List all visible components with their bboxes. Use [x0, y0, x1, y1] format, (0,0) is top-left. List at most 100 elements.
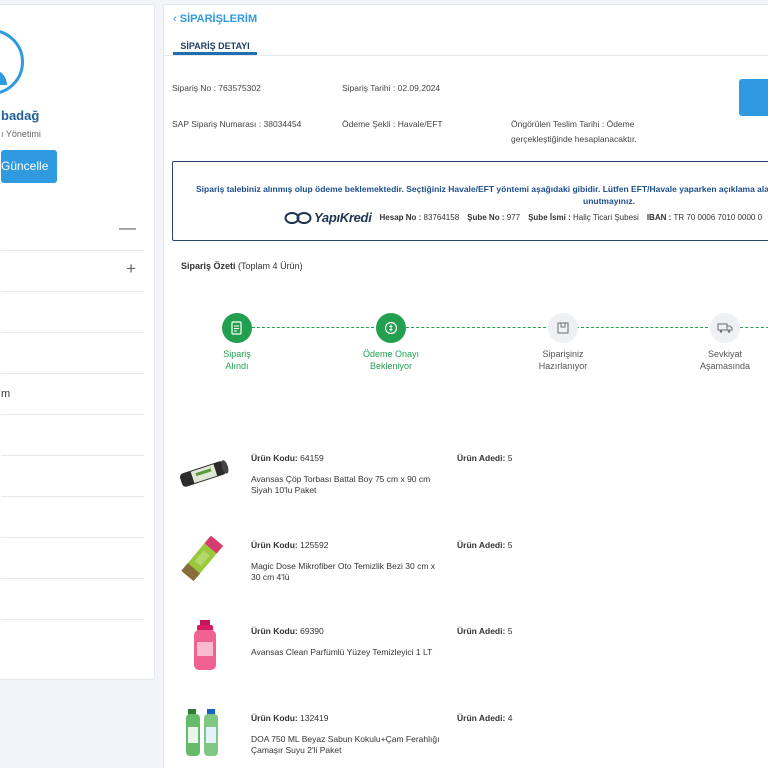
product-row: Ürün Kodu: 132419 DOA 750 ML Beyaz Sabun…	[164, 705, 768, 768]
step-label-line: Alındı	[225, 361, 249, 371]
product-qty-value: 5	[507, 540, 513, 550]
tab-order-detail[interactable]: SİPARİŞ DETAYI	[173, 37, 257, 55]
account-sidebar: badağ ı Yönetimi Güncelle — + m	[0, 4, 155, 680]
product-row: Ürün Kodu: 69390 Avansas Clean Parfümlü …	[164, 618, 768, 698]
product-code-label: Ürün Kodu:	[251, 713, 298, 723]
progress-connector	[576, 327, 708, 328]
step-received-label: Sipariş Alındı	[197, 348, 277, 372]
update-profile-button[interactable]: Güncelle	[1, 150, 57, 183]
progress-connector	[740, 327, 768, 328]
product-qty-value: 5	[507, 626, 513, 636]
yapikredi-logo-icon	[284, 211, 312, 224]
account-label: Hesap No :	[379, 213, 422, 222]
product-image	[176, 705, 231, 760]
user-name: badağ	[1, 108, 40, 123]
chevron-left-icon: ‹	[173, 13, 177, 25]
product-code-value: 69390	[300, 626, 324, 636]
step-label-line: Siparişiniz	[542, 349, 584, 359]
product-quantity: Ürün Adedi: 5	[457, 540, 512, 550]
product-name: Magic Dose Mikrofiber Oto Temizlik Bezi …	[251, 561, 436, 582]
step-received-circle	[222, 313, 252, 343]
step-label-line: Ödeme Onayı	[362, 349, 420, 359]
product-qty-label: Ürün Adedi:	[457, 713, 506, 723]
branch-name-label: Şube İsmi :	[528, 213, 571, 222]
delivery-date-line2: gerçekleştiğinde hesaplanacaktır.	[511, 134, 637, 144]
avatar-ring	[0, 29, 24, 95]
product-quantity: Ürün Adedi: 5	[457, 626, 512, 636]
product-quantity: Ürün Adedi: 5	[457, 453, 512, 463]
product-name: Avansas Çöp Torbası Battal Boy 75 cm x 9…	[251, 474, 431, 495]
sidebar-menu-item[interactable]: +	[1, 251, 144, 292]
sidebar-menu-item[interactable]: m	[1, 374, 144, 415]
payment-notice: Sipariş talebiniz alınmış olup ödeme bek…	[172, 161, 768, 241]
product-qty-value: 5	[507, 453, 513, 463]
product-image	[176, 447, 231, 502]
microfiber-cloth-icon	[181, 535, 224, 582]
step-preparing-label: Siparişiniz Hazırlanıyor	[523, 348, 603, 372]
sidebar-menu-item[interactable]	[1, 456, 144, 497]
product-qty-label: Ürün Adedi:	[457, 453, 506, 463]
sidebar-menu-item[interactable]	[1, 415, 144, 456]
step-payment-label: Ödeme Onayı Bekleniyor	[351, 348, 431, 372]
product-code: Ürün Kodu: 125592	[251, 540, 329, 550]
summary-count: (Toplam 4 Ürün)	[238, 261, 303, 271]
product-code-label: Ürün Kodu:	[251, 626, 298, 636]
progress-connector	[252, 327, 374, 328]
branch-no-value: 977	[506, 213, 521, 222]
product-code-label: Ürün Kodu:	[251, 453, 298, 463]
branch-no-label: Şube No :	[467, 213, 505, 222]
bank-name: YapıKredi	[314, 210, 372, 225]
payment-icon	[384, 321, 398, 335]
sidebar-menu-item[interactable]: —	[1, 210, 144, 251]
branch-name-value: Haliç Ticari Şubesi	[573, 213, 639, 222]
product-code-value: 125592	[300, 540, 329, 550]
back-link-label: SİPARİŞLERİM	[179, 13, 258, 25]
bank-logo: YapıKredi	[284, 210, 372, 225]
tab-divider	[164, 55, 768, 56]
action-button[interactable]	[739, 79, 768, 116]
menu-item-label: m	[1, 388, 11, 400]
document-icon	[231, 321, 242, 335]
product-name: Avansas Clean Parfümlü Yüzey Temizleyici…	[251, 647, 433, 657]
notice-text-continued: unutmayınız.	[583, 196, 635, 206]
product-qty-label: Ürün Adedi:	[457, 540, 506, 550]
delivery-date-line1: Öngörülen Teslim Tarihi : Ödeme	[511, 119, 635, 129]
product-image	[176, 532, 231, 587]
step-preparing-circle	[548, 313, 578, 343]
product-row: Ürün Kodu: 125592 Magic Dose Mikrofiber …	[164, 532, 768, 612]
sidebar-menu-item[interactable]	[1, 579, 144, 620]
sidebar-menu-item[interactable]	[1, 333, 144, 374]
step-label-line: Bekleniyor	[369, 361, 413, 371]
step-label-line: Sevkiyat	[707, 349, 742, 359]
cleaner-bottle-icon	[194, 620, 216, 670]
bleach-bottles-icon	[186, 709, 218, 756]
bank-details: YapıKredi Hesap No : 83764158 Şube No : …	[284, 210, 762, 225]
collapse-icon[interactable]: —	[119, 219, 136, 236]
product-qty-label: Ürün Adedi:	[457, 626, 506, 636]
step-payment-circle	[376, 313, 406, 343]
product-code-value: 64159	[300, 453, 324, 463]
summary-title-label: Sipariş Özeti	[181, 261, 236, 271]
product-qty-value: 4	[507, 713, 513, 723]
step-label-line: Sipariş	[223, 349, 251, 359]
step-label-line: Aşamasında	[699, 361, 751, 371]
iban-value: TR 70 0006 7010 0000 0	[673, 213, 763, 222]
product-row: Ürün Kodu: 64159 Avansas Çöp Torbası Bat…	[164, 445, 768, 525]
product-code-value: 132419	[300, 713, 329, 723]
back-to-orders-link[interactable]: ‹ SİPARİŞLERİM	[173, 13, 257, 25]
product-code: Ürün Kodu: 69390	[251, 626, 324, 636]
order-date: Sipariş Tarihi : 02.09.2024	[342, 83, 441, 93]
product-code-label: Ürün Kodu:	[251, 540, 298, 550]
truck-icon	[717, 323, 733, 333]
box-icon	[557, 322, 569, 334]
step-shipping-circle	[710, 313, 740, 343]
product-image	[176, 618, 231, 673]
sidebar-menu-item[interactable]	[1, 292, 144, 333]
sidebar-menu-item[interactable]	[1, 538, 144, 579]
sidebar-menu-item[interactable]	[1, 497, 144, 538]
payment-method: Ödeme Şekli : Havale/EFT	[342, 119, 443, 129]
expand-icon[interactable]: +	[126, 260, 136, 277]
garbage-bag-roll-icon	[180, 460, 229, 487]
product-name: DOA 750 ML Beyaz Sabun Kokulu+Çam Ferahl…	[251, 734, 440, 755]
product-code: Ürün Kodu: 64159	[251, 453, 324, 463]
